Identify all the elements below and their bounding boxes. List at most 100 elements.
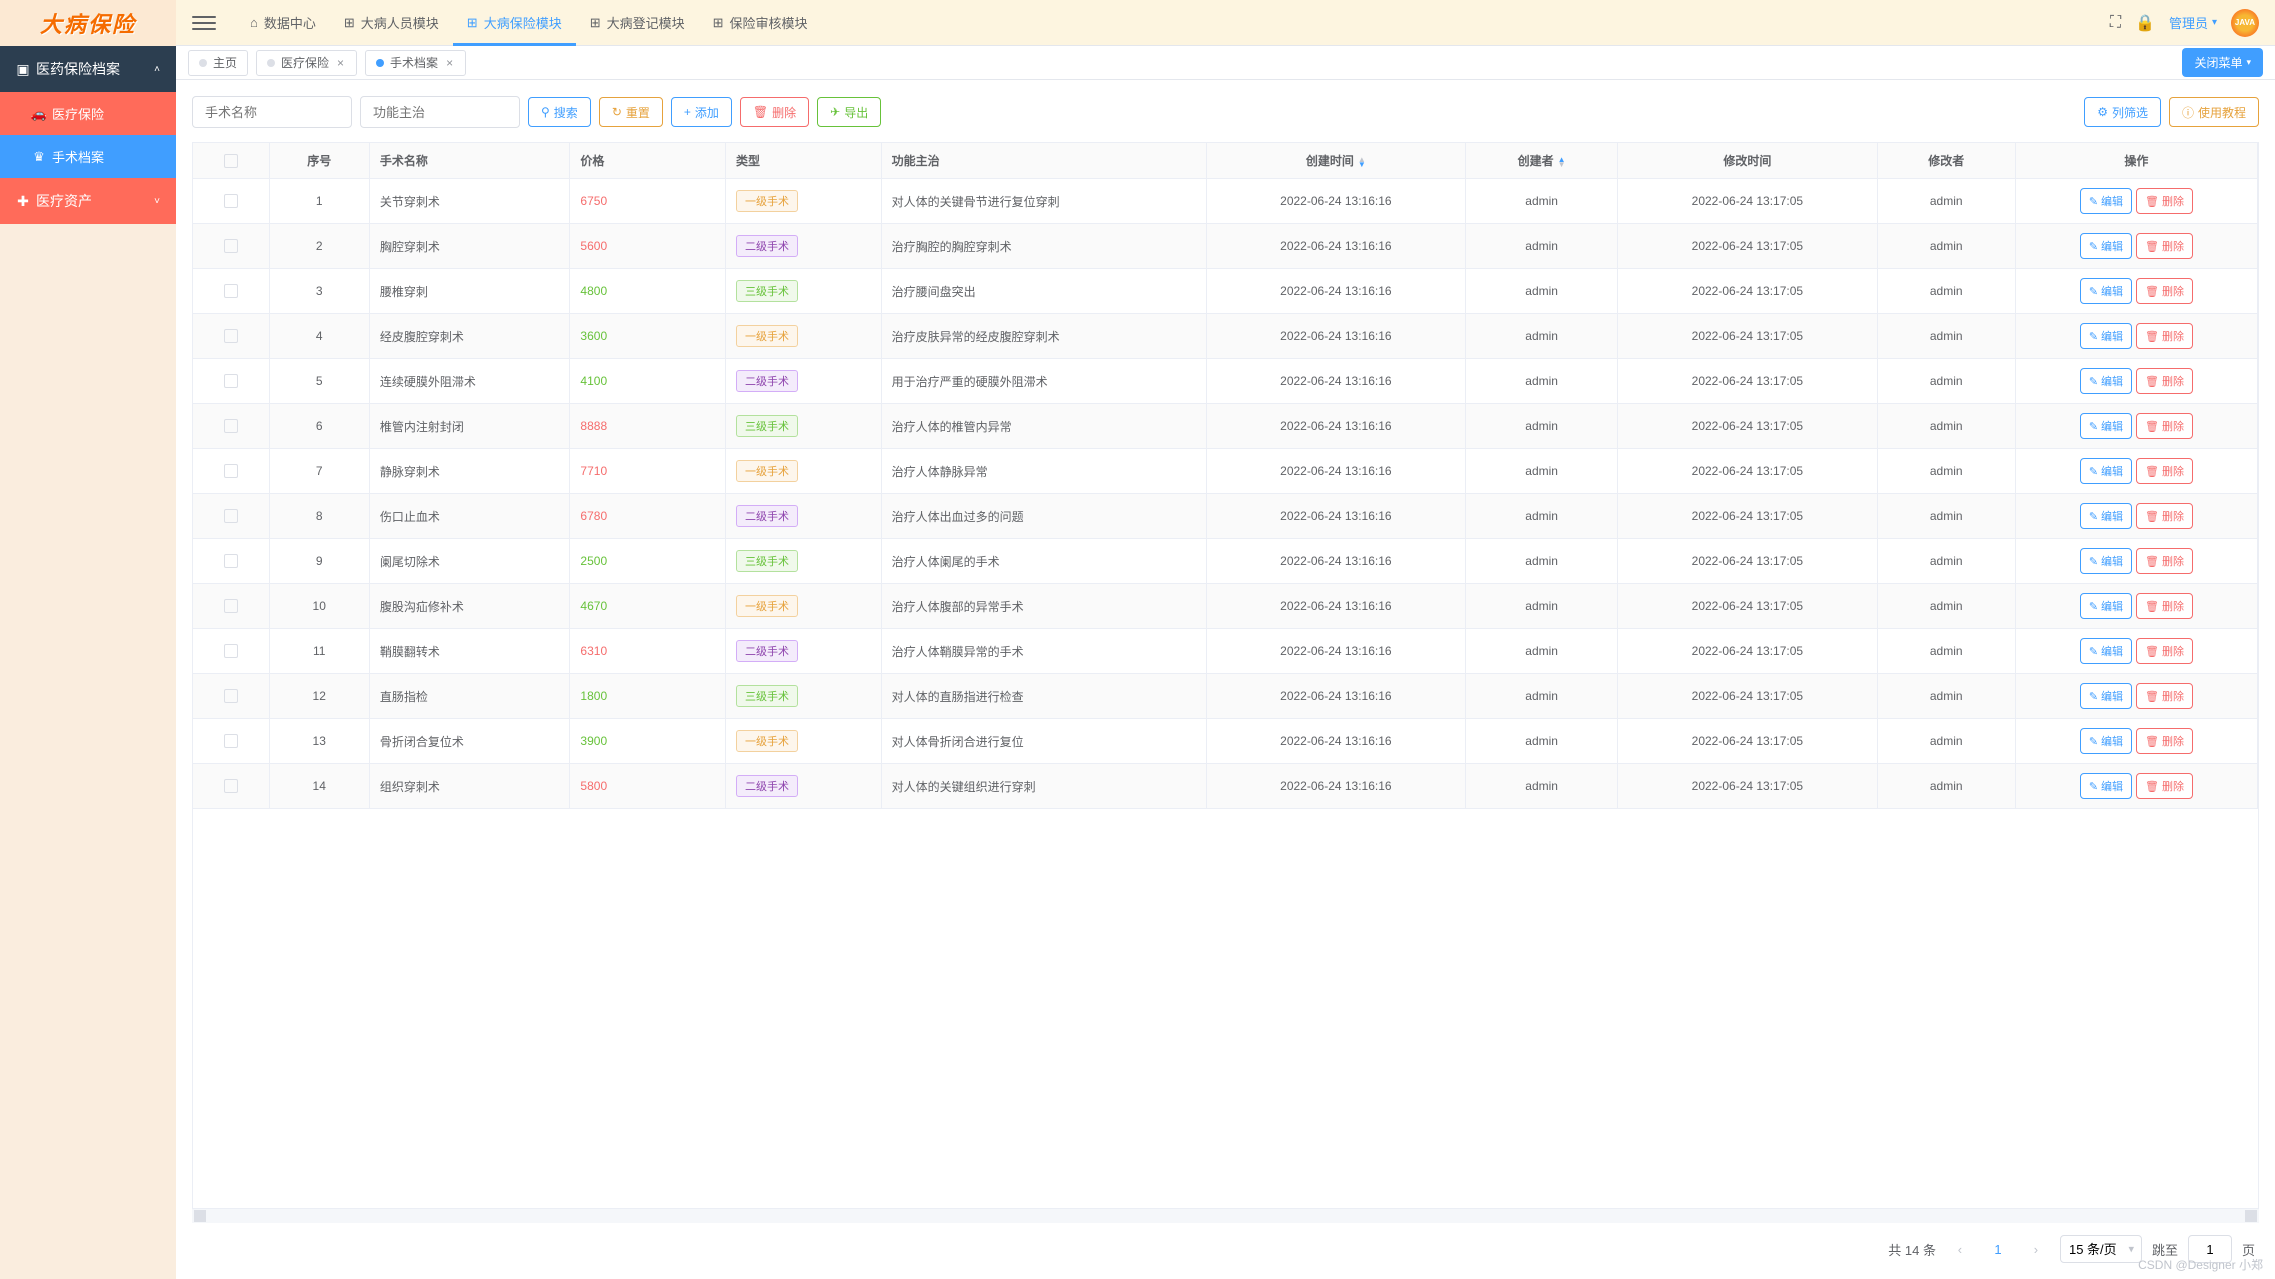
- row-delete-button[interactable]: 🗑删除: [2136, 323, 2193, 349]
- edit-button[interactable]: ✎编辑: [2080, 233, 2132, 259]
- row-delete-button[interactable]: 🗑删除: [2136, 503, 2193, 529]
- edit-button[interactable]: ✎编辑: [2080, 413, 2132, 439]
- delete-button[interactable]: 🗑删除: [740, 97, 809, 127]
- edit-button[interactable]: ✎编辑: [2080, 683, 2132, 709]
- tutorial-button[interactable]: ⓘ使用教程: [2169, 97, 2259, 127]
- menu-group-medical-assets[interactable]: ✚医疗资产 ˅: [0, 178, 176, 224]
- cell-ops: ✎编辑🗑删除: [2015, 719, 2257, 764]
- cell-ctime: 2022-06-24 13:16:16: [1206, 179, 1465, 224]
- scroll-right-button[interactable]: [2245, 1210, 2257, 1222]
- row-checkbox[interactable]: [224, 464, 238, 478]
- row-checkbox[interactable]: [224, 554, 238, 568]
- cell-mtime: 2022-06-24 13:17:05: [1618, 674, 1877, 719]
- data-table: 序号 手术名称 价格 类型 功能主治 创建时间▲▼ 创建者▲▼ 修改时间 修改者…: [193, 143, 2258, 809]
- edit-button[interactable]: ✎编辑: [2080, 458, 2132, 484]
- row-checkbox[interactable]: [224, 734, 238, 748]
- avatar[interactable]: JAVA: [2231, 9, 2259, 37]
- page-number-button[interactable]: 1: [1984, 1235, 2012, 1263]
- chevron-up-icon: ˄: [154, 64, 160, 75]
- tab[interactable]: 手术档案 ×: [365, 50, 466, 76]
- nav-item[interactable]: ⊞大病保险模块: [453, 0, 576, 46]
- cell-modifier: admin: [1877, 584, 2015, 629]
- prev-page-button[interactable]: ‹: [1946, 1235, 1974, 1263]
- row-delete-button[interactable]: 🗑删除: [2136, 728, 2193, 754]
- horizontal-scrollbar[interactable]: [192, 1209, 2259, 1223]
- menu-group-insurance-archive[interactable]: ▣医药保险档案 ˄: [0, 46, 176, 92]
- row-checkbox[interactable]: [224, 419, 238, 433]
- edit-button[interactable]: ✎编辑: [2080, 773, 2132, 799]
- nav-label: 大病登记模块: [607, 13, 685, 32]
- column-filter-button[interactable]: ⚙列筛选: [2084, 97, 2161, 127]
- row-checkbox[interactable]: [224, 284, 238, 298]
- tab[interactable]: 主页: [188, 50, 248, 76]
- cell-func: 治疗人体的椎管内异常: [881, 404, 1206, 449]
- lock-icon[interactable]: 🔒: [2135, 13, 2155, 33]
- search-name-input[interactable]: [192, 96, 352, 128]
- export-button[interactable]: ✈导出: [817, 97, 881, 127]
- row-delete-button[interactable]: 🗑删除: [2136, 278, 2193, 304]
- row-delete-button[interactable]: 🗑删除: [2136, 548, 2193, 574]
- edit-button[interactable]: ✎编辑: [2080, 278, 2132, 304]
- row-delete-button[interactable]: 🗑删除: [2136, 188, 2193, 214]
- row-delete-button[interactable]: 🗑删除: [2136, 593, 2193, 619]
- type-tag: 一级手术: [736, 595, 798, 617]
- row-checkbox[interactable]: [224, 509, 238, 523]
- edit-button[interactable]: ✎编辑: [2080, 728, 2132, 754]
- close-menu-button[interactable]: 关闭菜单 ▾: [2182, 48, 2263, 77]
- trash-icon: 🗑: [2145, 690, 2159, 703]
- next-page-button[interactable]: ›: [2022, 1235, 2050, 1263]
- cell-modifier: admin: [1877, 359, 2015, 404]
- row-checkbox[interactable]: [224, 689, 238, 703]
- tab-close-button[interactable]: ×: [335, 56, 346, 70]
- type-tag: 二级手术: [736, 775, 798, 797]
- row-checkbox[interactable]: [224, 329, 238, 343]
- page-size-select[interactable]: 15 条/页: [2060, 1235, 2142, 1263]
- menu-toggle-button[interactable]: [192, 11, 216, 35]
- search-func-input[interactable]: [360, 96, 520, 128]
- row-delete-button[interactable]: 🗑删除: [2136, 458, 2193, 484]
- search-button[interactable]: ⚲搜索: [528, 97, 591, 127]
- row-checkbox[interactable]: [224, 239, 238, 253]
- cell-type: 二级手术: [726, 494, 882, 539]
- row-checkbox[interactable]: [224, 599, 238, 613]
- row-delete-button[interactable]: 🗑删除: [2136, 683, 2193, 709]
- nav-item[interactable]: ⊞大病登记模块: [576, 0, 699, 46]
- admin-dropdown[interactable]: 管理员 ▾: [2169, 13, 2217, 32]
- tab-close-button[interactable]: ×: [444, 56, 455, 70]
- reset-button[interactable]: ↻重置: [599, 97, 663, 127]
- add-button[interactable]: +添加: [671, 97, 732, 127]
- tab-dot-icon: [376, 59, 384, 67]
- select-all-checkbox[interactable]: [224, 154, 238, 168]
- edit-button[interactable]: ✎编辑: [2080, 638, 2132, 664]
- edit-button[interactable]: ✎编辑: [2080, 503, 2132, 529]
- row-checkbox[interactable]: [224, 374, 238, 388]
- sidebar-item-surgery-archive[interactable]: ♛ 手术档案: [0, 135, 176, 178]
- row-delete-button[interactable]: 🗑删除: [2136, 638, 2193, 664]
- scroll-left-button[interactable]: [194, 1210, 206, 1222]
- tab[interactable]: 医疗保险×: [256, 50, 357, 76]
- tab-label: 手术档案: [390, 54, 438, 71]
- row-checkbox[interactable]: [224, 644, 238, 658]
- header-creator[interactable]: 创建者▲▼: [1466, 143, 1618, 179]
- edit-button[interactable]: ✎编辑: [2080, 548, 2132, 574]
- cell-ctime: 2022-06-24 13:16:16: [1206, 674, 1465, 719]
- nav-item[interactable]: ⊞保险审核模块: [699, 0, 822, 46]
- edit-button[interactable]: ✎编辑: [2080, 323, 2132, 349]
- edit-button[interactable]: ✎编辑: [2080, 368, 2132, 394]
- cell-mtime: 2022-06-24 13:17:05: [1618, 539, 1877, 584]
- row-checkbox[interactable]: [224, 194, 238, 208]
- header-ctime[interactable]: 创建时间▲▼: [1206, 143, 1465, 179]
- row-delete-button[interactable]: 🗑删除: [2136, 773, 2193, 799]
- edit-button[interactable]: ✎编辑: [2080, 188, 2132, 214]
- sidebar-item-label: 医疗保险: [52, 104, 104, 123]
- nav-item[interactable]: ⌂数据中心: [236, 0, 330, 46]
- sidebar-item-medical-insurance[interactable]: 🚗 医疗保险: [0, 92, 176, 135]
- row-delete-button[interactable]: 🗑删除: [2136, 413, 2193, 439]
- row-delete-button[interactable]: 🗑删除: [2136, 233, 2193, 259]
- trash-icon: 🗑: [2145, 195, 2159, 208]
- row-delete-button[interactable]: 🗑删除: [2136, 368, 2193, 394]
- row-checkbox[interactable]: [224, 779, 238, 793]
- nav-item[interactable]: ⊞大病人员模块: [330, 0, 453, 46]
- edit-button[interactable]: ✎编辑: [2080, 593, 2132, 619]
- fullscreen-icon[interactable]: ⛶: [2110, 14, 2121, 32]
